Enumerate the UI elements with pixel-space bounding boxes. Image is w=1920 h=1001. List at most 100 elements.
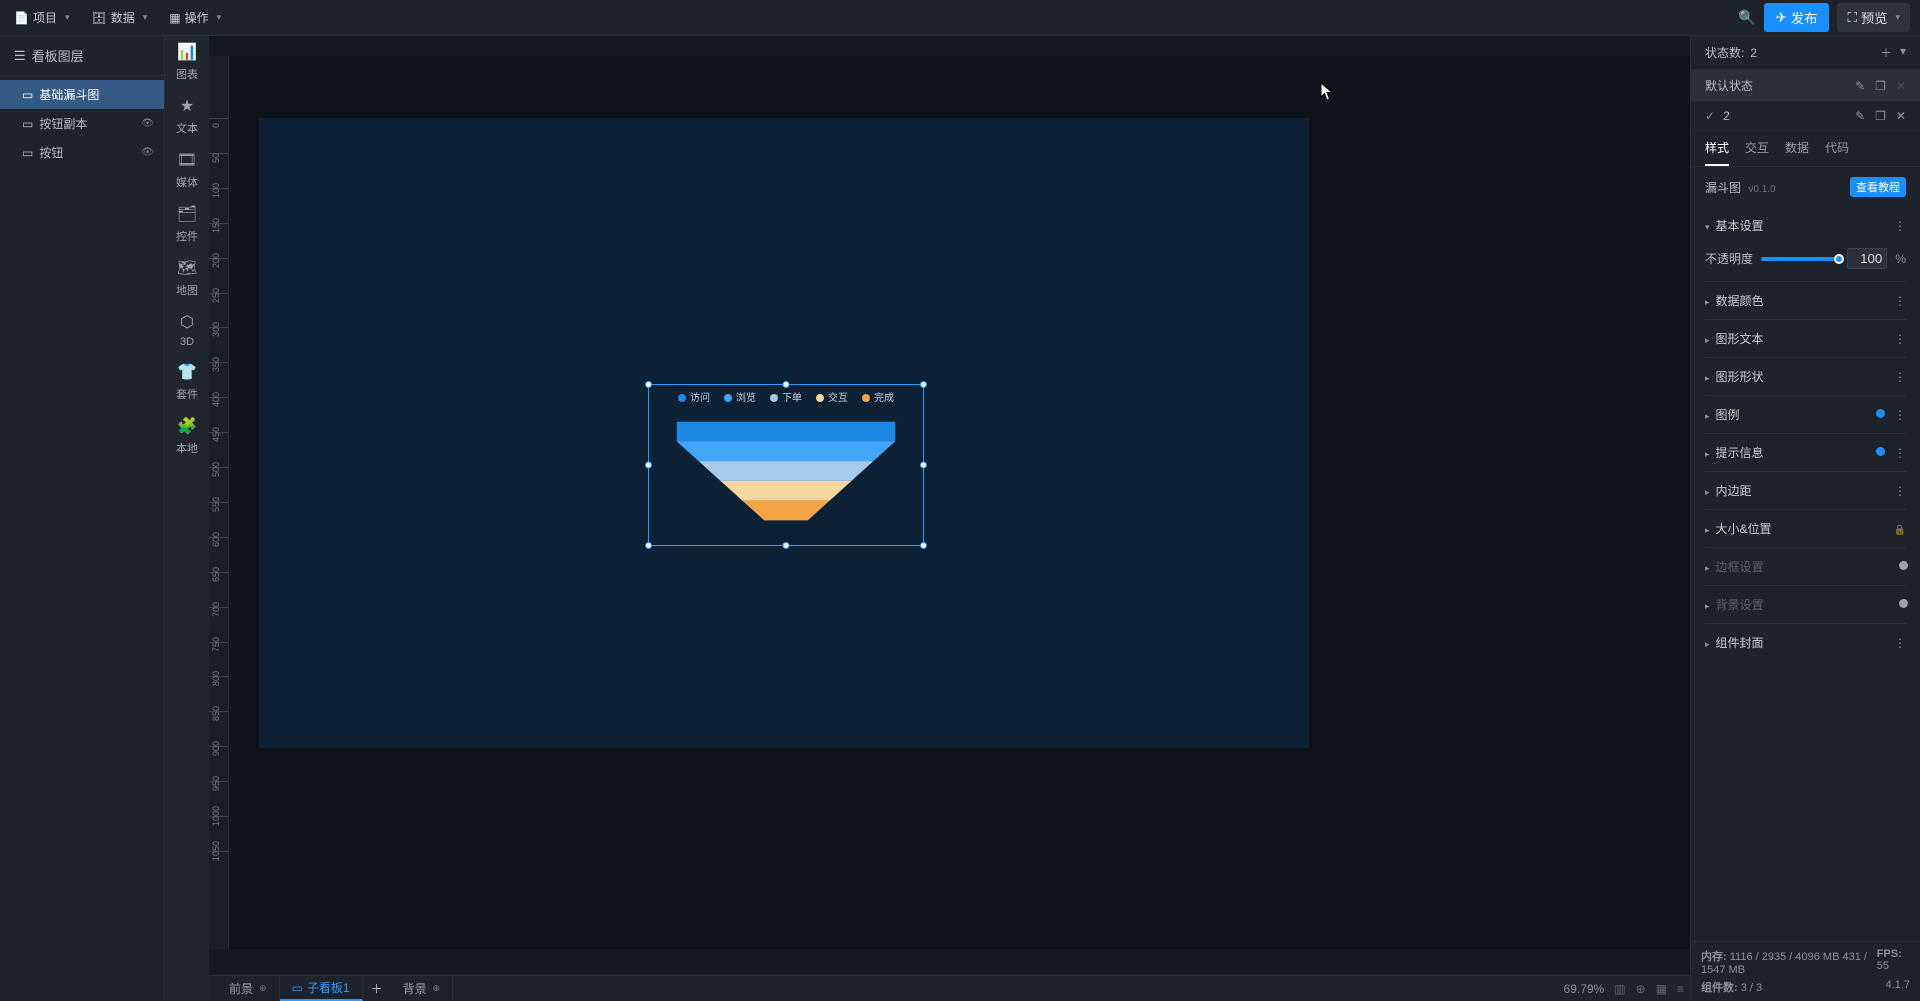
section-data-color[interactable]: 数据颜色⋮	[1705, 281, 1906, 319]
component-name: 漏斗图	[1705, 181, 1741, 195]
resize-handle-tl[interactable]	[645, 381, 652, 388]
resize-handle-br[interactable]	[920, 542, 927, 549]
delete-icon[interactable]: ✕	[1896, 109, 1906, 123]
preview-button[interactable]: ⛶ 预览	[1837, 3, 1910, 32]
properties-panel: 状态数: 2 ＋ ▾ 默认状态 ✎ ❐ ✕ ✓ 2 ✎ ❐ ✕ 样	[1690, 36, 1920, 1001]
eye-icon[interactable]: 👁	[141, 147, 154, 158]
tab-data[interactable]: 数据	[1785, 139, 1809, 166]
edit-icon[interactable]: ✎	[1855, 79, 1865, 93]
more-icon[interactable]: ⋮	[1894, 294, 1906, 308]
tab-foreground[interactable]: 前景⊕	[217, 976, 280, 1001]
state-2[interactable]: ✓ 2 ✎ ❐ ✕	[1691, 102, 1920, 131]
palette-widget[interactable]: 🗂控件	[176, 204, 198, 244]
section-padding[interactable]: 内边距⋮	[1705, 471, 1906, 509]
selection-box[interactable]: 访问浏览下单交互完成	[648, 384, 924, 546]
tab-add[interactable]: ＋	[363, 976, 391, 1001]
resize-handle-tr[interactable]	[920, 381, 927, 388]
menu-ops[interactable]: ▦ 操作	[159, 0, 231, 36]
legend-item: 访问	[678, 389, 710, 404]
tutorial-button[interactable]: 查看教程	[1850, 177, 1906, 197]
layers-panel-title: ☰ 看板图层	[0, 36, 164, 76]
more-icon[interactable]: ⋮	[1894, 370, 1906, 384]
eye-icon[interactable]: 👁	[141, 118, 154, 129]
opacity-slider[interactable]	[1761, 257, 1839, 261]
component-title-row: 漏斗图 v0.1.0 查看教程	[1691, 167, 1920, 207]
section-encap[interactable]: 组件封面⋮	[1705, 623, 1906, 661]
expand-icon: ⛶	[1847, 10, 1856, 26]
opacity-row: 不透明度 %	[1705, 244, 1906, 281]
component-icon: ▭	[22, 146, 33, 160]
component-icon: ▭	[22, 117, 33, 131]
resize-handle-bm[interactable]	[783, 542, 790, 549]
palette-text[interactable]: ★文本	[176, 96, 198, 136]
palette-media[interactable]: 🎞媒体	[176, 150, 198, 190]
zoom-level: 69.79%	[1564, 982, 1605, 996]
state-default[interactable]: 默认状态 ✎ ❐ ✕	[1691, 70, 1920, 102]
palette-map[interactable]: 🗺地图	[176, 258, 198, 298]
lock-icon[interactable]	[1894, 522, 1906, 536]
more-icon[interactable]: ⋮	[1894, 484, 1906, 498]
zoom-in-icon[interactable]: ⊕	[1636, 982, 1646, 996]
list-icon[interactable]: ≡	[1677, 982, 1684, 996]
section-graph-text[interactable]: 图形文本⋮	[1705, 319, 1906, 357]
section-background[interactable]: 背景设置	[1705, 585, 1906, 623]
section-base[interactable]: 基本设置⋮	[1705, 207, 1906, 244]
resize-handle-bl[interactable]	[645, 542, 652, 549]
file-icon: 📄	[14, 11, 29, 25]
state-label: 默认状态	[1705, 77, 1753, 94]
layout-icon[interactable]: ▦	[1656, 982, 1667, 996]
add-icon[interactable]: ⊕	[259, 983, 267, 994]
tab-background[interactable]: 背景⊕	[391, 976, 454, 1001]
add-state-icon[interactable]: ＋	[1880, 44, 1892, 61]
palette-chart[interactable]: 📊图表	[176, 42, 198, 82]
more-icon[interactable]: ⋮	[1894, 636, 1906, 650]
menu-data[interactable]: 🗄 数据	[82, 0, 158, 36]
tab-style[interactable]: 样式	[1705, 139, 1729, 166]
opacity-input[interactable]	[1847, 248, 1887, 269]
resize-handle-tm[interactable]	[783, 381, 790, 388]
tab-code[interactable]: 代码	[1825, 139, 1849, 166]
legend-item: 下单	[770, 389, 802, 404]
search-icon[interactable]: 🔍	[1738, 9, 1755, 26]
footer-stats: 内存: 1116 / 2935 / 4096 MB 431 / 1547 MBF…	[1691, 941, 1920, 1001]
palette-local[interactable]: 🧩本地	[176, 416, 198, 456]
edit-icon[interactable]: ✎	[1855, 109, 1865, 123]
funnel-chart	[649, 404, 923, 542]
section-size-pos[interactable]: 大小&位置	[1705, 509, 1906, 547]
send-icon: ✈	[1776, 10, 1787, 26]
palette-kit[interactable]: 👕套件	[176, 362, 198, 402]
legend-item: 完成	[862, 389, 894, 404]
copy-icon[interactable]: ❐	[1875, 79, 1886, 93]
prop-tabs: 样式 交互 数据 代码	[1691, 131, 1920, 167]
section-graph-shape[interactable]: 图形形状⋮	[1705, 357, 1906, 395]
sheet-tabs: 前景⊕ ▭ 子看板1 ＋ 背景⊕ 69.79% ▥ ⊕ ▦ ≡	[209, 975, 1690, 1001]
publish-button[interactable]: ✈ 发布	[1764, 3, 1830, 32]
section-legend[interactable]: 图例⋮	[1705, 395, 1906, 433]
opacity-label: 不透明度	[1705, 250, 1753, 267]
fit-icon[interactable]: ▥	[1614, 982, 1625, 996]
palette-3d[interactable]: ⬡3D	[180, 312, 194, 348]
section-border[interactable]: 边框设置	[1705, 547, 1906, 585]
layer-item-1[interactable]: ▭按钮副本👁	[0, 109, 164, 138]
canvas-stage[interactable]: 访问浏览下单交互完成	[229, 56, 1690, 949]
tab-subboard-1[interactable]: ▭ 子看板1	[280, 976, 363, 1001]
menu-project[interactable]: 📄 项目	[4, 0, 80, 36]
section-tooltip[interactable]: 提示信息⋮	[1705, 433, 1906, 471]
copy-icon[interactable]: ❐	[1875, 109, 1886, 123]
delete-icon[interactable]: ✕	[1896, 79, 1906, 93]
topbar: 📄 项目 🗄 数据 ▦ 操作 🔍 ✈ 发布 ⛶ 预览	[0, 0, 1920, 36]
layer-item-2[interactable]: ▭按钮👁	[0, 138, 164, 167]
component-version: v0.1.0	[1748, 184, 1775, 195]
tab-interact[interactable]: 交互	[1745, 139, 1769, 166]
vertical-ruler: 0501001502002503003504004505005506006507…	[209, 56, 229, 949]
add-icon[interactable]: ⊕	[433, 983, 441, 994]
subboard-icon: ▭	[292, 981, 303, 995]
more-icon[interactable]: ⋮	[1894, 219, 1906, 233]
layers-panel: ☰ 看板图层 ▭基础漏斗图▭按钮副本👁▭按钮👁	[0, 36, 165, 1001]
state-label: 2	[1723, 109, 1730, 123]
db-icon: 🗄	[92, 11, 107, 25]
state-menu-icon[interactable]: ▾	[1900, 44, 1906, 61]
layer-item-0[interactable]: ▭基础漏斗图	[0, 80, 164, 109]
check-icon: ✓	[1705, 109, 1715, 123]
more-icon[interactable]: ⋮	[1894, 332, 1906, 346]
